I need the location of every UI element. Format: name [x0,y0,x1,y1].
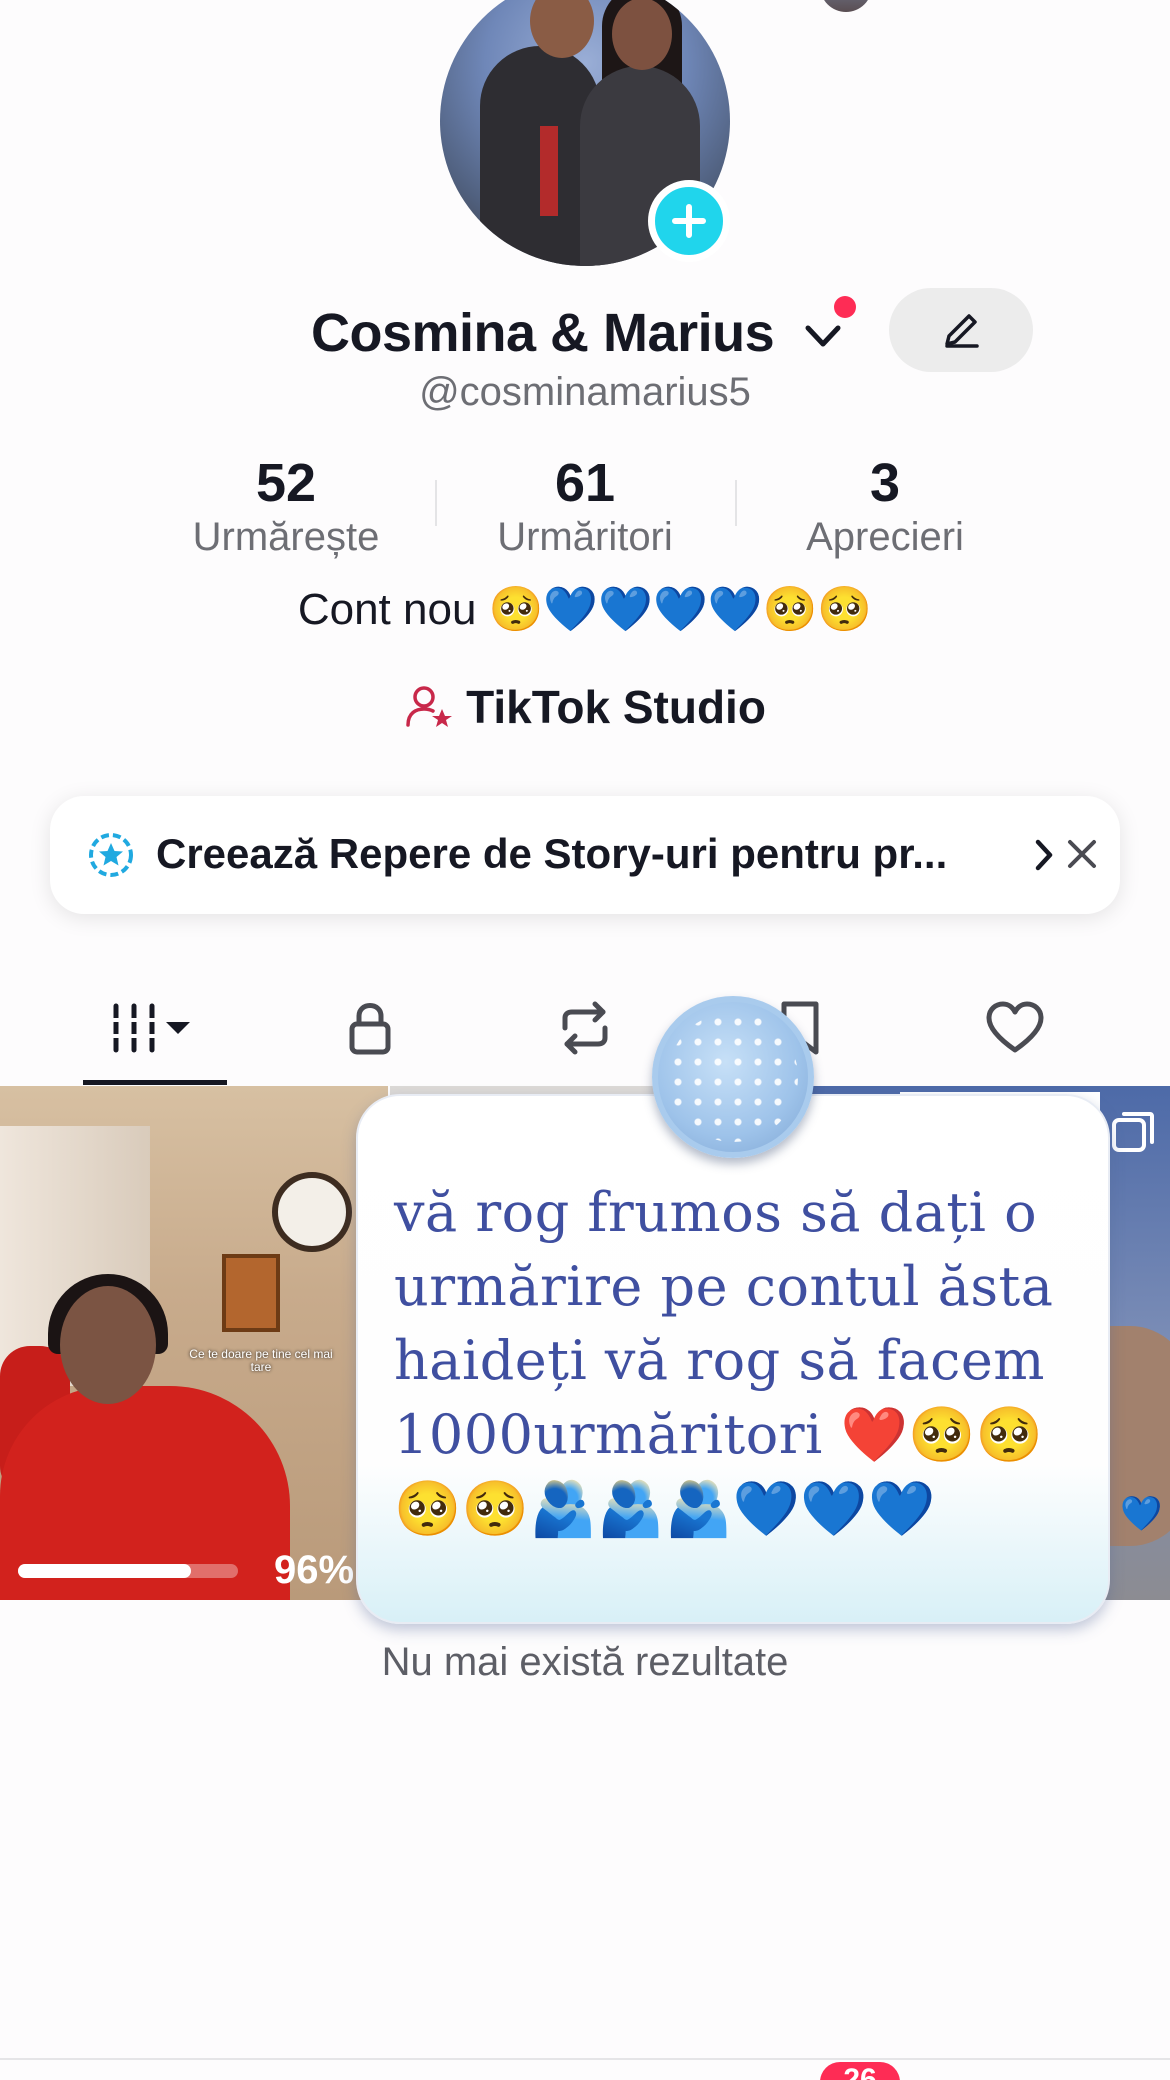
banner-text: Creează Repere de Story-uri pentru pr... [156,830,948,877]
tab-private[interactable] [300,970,440,1086]
notification-dot [834,296,856,318]
lock-icon [349,1003,391,1055]
story-highlights-banner[interactable]: Creează Repere de Story-uri pentru pr... [50,796,1120,914]
pushpin-icon [652,996,814,1158]
stat-label: Urmăritori [497,515,673,559]
plus-icon [672,204,706,238]
tiktok-studio-link[interactable]: TikTok Studio [0,680,1170,734]
username: @cosminamarius5 [419,370,751,414]
tab-reposts[interactable] [515,970,655,1086]
blue-heart-emoji: 💙 [1120,1495,1163,1533]
active-tab-indicator [83,1080,227,1085]
bio: Cont nou 🥺💙💙💙💙🥺🥺 [297,585,873,634]
inbox-badge[interactable]: 26 [820,2062,900,2080]
profile-page: Cosmina & Marius @cosminamarius5 52 Urmă… [0,0,1170,2080]
tab-liked[interactable] [945,970,1085,1086]
clock-image [272,1172,352,1252]
stat-label: Urmărește [192,515,380,559]
edit-profile-button[interactable] [889,288,1033,372]
close-icon[interactable] [1062,834,1102,874]
stat-followers[interactable]: 61 Urmăritori [435,452,735,560]
no-more-results: Nu mai există rezultate [381,1640,789,1684]
chevron-down-icon[interactable] [802,322,844,352]
stat-value: 52 [255,453,317,513]
profile-tabs [0,970,1170,1086]
bottom-nav-divider [0,2058,1170,2060]
repost-icon [562,1001,608,1055]
upload-progress-label: 96% [274,1548,355,1592]
stat-following[interactable]: 52 Urmărește [136,452,436,560]
video-thumbnail[interactable]: Ce te doare pe tine cel mai tare 96% [0,1086,388,1600]
multi-photo-icon [1112,1112,1154,1152]
stats-row: 52 Urmărește 61 Urmăritori 3 Aprecieri [0,452,1170,562]
icon-picture-image [222,1254,280,1332]
add-friend-icon[interactable] [40,0,100,6]
stat-label: Aprecieri [806,515,964,559]
pencil-icon [945,314,979,348]
display-name[interactable]: Cosmina & Marius [311,302,775,364]
sticker-note[interactable]: vă rog frumos să dați o urmărire pe cont… [356,1094,1110,1624]
stat-likes[interactable]: 3 Aprecieri [735,452,1035,560]
chevron-right-icon[interactable] [1030,836,1058,874]
sticker-text: vă rog frumos să dați o urmărire pe cont… [394,1181,1054,1540]
account-switcher-avatar[interactable] [820,0,872,12]
heart-icon [986,1001,1044,1053]
add-story-button[interactable] [648,180,730,262]
upload-progress-fill [18,1564,191,1578]
footprint-icon[interactable] [885,0,1005,6]
stat-value: 61 [554,453,616,513]
studio-user-star-icon [406,686,453,727]
studio-label: TikTok Studio [466,681,766,733]
star-badge-icon [89,833,133,877]
tab-videos[interactable] [83,970,227,1086]
stat-value: 3 [869,453,901,513]
grid-icon [110,1003,190,1053]
video-caption: Ce te doare pe tine cel mai tare [189,1347,333,1374]
